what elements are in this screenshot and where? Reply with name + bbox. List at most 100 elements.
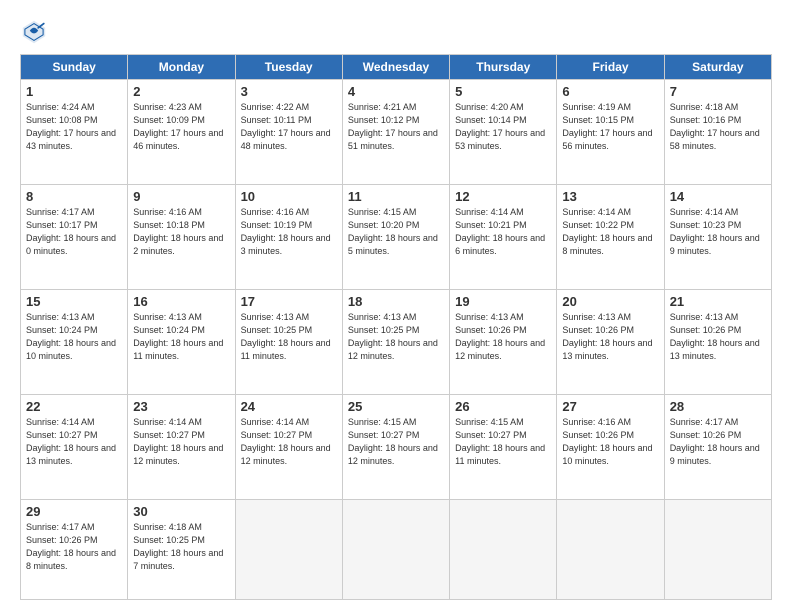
day-info: Sunrise: 4:13 AMSunset: 10:25 PMDaylight… xyxy=(241,312,331,361)
day-info: Sunrise: 4:16 AMSunset: 10:26 PMDaylight… xyxy=(562,417,652,466)
day-cell: 11 Sunrise: 4:15 AMSunset: 10:20 PMDayli… xyxy=(342,184,449,289)
day-number: 4 xyxy=(348,84,444,99)
day-cell: 5 Sunrise: 4:20 AMSunset: 10:14 PMDaylig… xyxy=(450,80,557,185)
day-info: Sunrise: 4:14 AMSunset: 10:22 PMDaylight… xyxy=(562,207,652,256)
day-info: Sunrise: 4:17 AMSunset: 10:26 PMDaylight… xyxy=(670,417,760,466)
day-cell: 7 Sunrise: 4:18 AMSunset: 10:16 PMDaylig… xyxy=(664,80,771,185)
day-cell: 30 Sunrise: 4:18 AMSunset: 10:25 PMDayli… xyxy=(128,499,235,599)
week-row-1: 1 Sunrise: 4:24 AMSunset: 10:08 PMDaylig… xyxy=(21,80,772,185)
day-cell: 4 Sunrise: 4:21 AMSunset: 10:12 PMDaylig… xyxy=(342,80,449,185)
day-cell: 27 Sunrise: 4:16 AMSunset: 10:26 PMDayli… xyxy=(557,394,664,499)
day-number: 8 xyxy=(26,189,122,204)
day-info: Sunrise: 4:19 AMSunset: 10:15 PMDaylight… xyxy=(562,102,652,151)
day-cell: 16 Sunrise: 4:13 AMSunset: 10:24 PMDayli… xyxy=(128,289,235,394)
day-number: 17 xyxy=(241,294,337,309)
day-number: 6 xyxy=(562,84,658,99)
day-cell: 1 Sunrise: 4:24 AMSunset: 10:08 PMDaylig… xyxy=(21,80,128,185)
day-info: Sunrise: 4:17 AMSunset: 10:17 PMDaylight… xyxy=(26,207,116,256)
day-number: 3 xyxy=(241,84,337,99)
day-cell: 6 Sunrise: 4:19 AMSunset: 10:15 PMDaylig… xyxy=(557,80,664,185)
day-cell xyxy=(235,499,342,599)
logo xyxy=(20,18,54,46)
day-cell: 19 Sunrise: 4:13 AMSunset: 10:26 PMDayli… xyxy=(450,289,557,394)
page: SundayMondayTuesdayWednesdayThursdayFrid… xyxy=(0,0,792,612)
day-number: 23 xyxy=(133,399,229,414)
day-cell: 9 Sunrise: 4:16 AMSunset: 10:18 PMDaylig… xyxy=(128,184,235,289)
day-number: 9 xyxy=(133,189,229,204)
day-info: Sunrise: 4:20 AMSunset: 10:14 PMDaylight… xyxy=(455,102,545,151)
calendar-table: SundayMondayTuesdayWednesdayThursdayFrid… xyxy=(20,54,772,600)
day-info: Sunrise: 4:13 AMSunset: 10:24 PMDaylight… xyxy=(133,312,223,361)
day-info: Sunrise: 4:15 AMSunset: 10:27 PMDaylight… xyxy=(455,417,545,466)
day-cell: 8 Sunrise: 4:17 AMSunset: 10:17 PMDaylig… xyxy=(21,184,128,289)
day-number: 24 xyxy=(241,399,337,414)
day-info: Sunrise: 4:21 AMSunset: 10:12 PMDaylight… xyxy=(348,102,438,151)
day-number: 14 xyxy=(670,189,766,204)
week-row-3: 15 Sunrise: 4:13 AMSunset: 10:24 PMDayli… xyxy=(21,289,772,394)
day-number: 13 xyxy=(562,189,658,204)
day-cell: 14 Sunrise: 4:14 AMSunset: 10:23 PMDayli… xyxy=(664,184,771,289)
day-cell: 25 Sunrise: 4:15 AMSunset: 10:27 PMDayli… xyxy=(342,394,449,499)
day-cell xyxy=(342,499,449,599)
col-header-wednesday: Wednesday xyxy=(342,55,449,80)
day-info: Sunrise: 4:23 AMSunset: 10:09 PMDaylight… xyxy=(133,102,223,151)
col-header-tuesday: Tuesday xyxy=(235,55,342,80)
day-info: Sunrise: 4:17 AMSunset: 10:26 PMDaylight… xyxy=(26,522,116,571)
day-number: 20 xyxy=(562,294,658,309)
week-row-2: 8 Sunrise: 4:17 AMSunset: 10:17 PMDaylig… xyxy=(21,184,772,289)
day-info: Sunrise: 4:18 AMSunset: 10:16 PMDaylight… xyxy=(670,102,760,151)
day-cell: 21 Sunrise: 4:13 AMSunset: 10:26 PMDayli… xyxy=(664,289,771,394)
day-info: Sunrise: 4:15 AMSunset: 10:20 PMDaylight… xyxy=(348,207,438,256)
logo-icon xyxy=(20,18,48,46)
day-info: Sunrise: 4:15 AMSunset: 10:27 PMDaylight… xyxy=(348,417,438,466)
day-cell: 22 Sunrise: 4:14 AMSunset: 10:27 PMDayli… xyxy=(21,394,128,499)
day-number: 18 xyxy=(348,294,444,309)
day-cell: 18 Sunrise: 4:13 AMSunset: 10:25 PMDayli… xyxy=(342,289,449,394)
day-number: 29 xyxy=(26,504,122,519)
day-cell: 2 Sunrise: 4:23 AMSunset: 10:09 PMDaylig… xyxy=(128,80,235,185)
col-header-saturday: Saturday xyxy=(664,55,771,80)
day-cell: 10 Sunrise: 4:16 AMSunset: 10:19 PMDayli… xyxy=(235,184,342,289)
day-number: 16 xyxy=(133,294,229,309)
col-header-monday: Monday xyxy=(128,55,235,80)
day-info: Sunrise: 4:18 AMSunset: 10:25 PMDaylight… xyxy=(133,522,223,571)
day-info: Sunrise: 4:22 AMSunset: 10:11 PMDaylight… xyxy=(241,102,331,151)
day-info: Sunrise: 4:14 AMSunset: 10:27 PMDaylight… xyxy=(241,417,331,466)
col-header-friday: Friday xyxy=(557,55,664,80)
day-cell: 12 Sunrise: 4:14 AMSunset: 10:21 PMDayli… xyxy=(450,184,557,289)
day-cell: 24 Sunrise: 4:14 AMSunset: 10:27 PMDayli… xyxy=(235,394,342,499)
week-row-5: 29 Sunrise: 4:17 AMSunset: 10:26 PMDayli… xyxy=(21,499,772,599)
day-cell: 20 Sunrise: 4:13 AMSunset: 10:26 PMDayli… xyxy=(557,289,664,394)
day-cell xyxy=(557,499,664,599)
header-row: SundayMondayTuesdayWednesdayThursdayFrid… xyxy=(21,55,772,80)
day-info: Sunrise: 4:14 AMSunset: 10:27 PMDaylight… xyxy=(133,417,223,466)
day-number: 19 xyxy=(455,294,551,309)
day-info: Sunrise: 4:14 AMSunset: 10:27 PMDaylight… xyxy=(26,417,116,466)
day-cell: 28 Sunrise: 4:17 AMSunset: 10:26 PMDayli… xyxy=(664,394,771,499)
day-number: 2 xyxy=(133,84,229,99)
day-number: 10 xyxy=(241,189,337,204)
day-cell xyxy=(450,499,557,599)
day-cell: 23 Sunrise: 4:14 AMSunset: 10:27 PMDayli… xyxy=(128,394,235,499)
day-info: Sunrise: 4:14 AMSunset: 10:21 PMDaylight… xyxy=(455,207,545,256)
day-number: 27 xyxy=(562,399,658,414)
day-number: 7 xyxy=(670,84,766,99)
day-number: 11 xyxy=(348,189,444,204)
col-header-thursday: Thursday xyxy=(450,55,557,80)
day-info: Sunrise: 4:14 AMSunset: 10:23 PMDaylight… xyxy=(670,207,760,256)
day-number: 1 xyxy=(26,84,122,99)
day-number: 28 xyxy=(670,399,766,414)
day-info: Sunrise: 4:24 AMSunset: 10:08 PMDaylight… xyxy=(26,102,116,151)
day-number: 15 xyxy=(26,294,122,309)
day-number: 30 xyxy=(133,504,229,519)
day-info: Sunrise: 4:13 AMSunset: 10:26 PMDaylight… xyxy=(670,312,760,361)
day-number: 5 xyxy=(455,84,551,99)
day-info: Sunrise: 4:13 AMSunset: 10:26 PMDaylight… xyxy=(455,312,545,361)
day-info: Sunrise: 4:13 AMSunset: 10:24 PMDaylight… xyxy=(26,312,116,361)
day-info: Sunrise: 4:16 AMSunset: 10:18 PMDaylight… xyxy=(133,207,223,256)
day-info: Sunrise: 4:16 AMSunset: 10:19 PMDaylight… xyxy=(241,207,331,256)
header xyxy=(20,18,772,46)
day-number: 26 xyxy=(455,399,551,414)
day-cell: 29 Sunrise: 4:17 AMSunset: 10:26 PMDayli… xyxy=(21,499,128,599)
day-cell xyxy=(664,499,771,599)
